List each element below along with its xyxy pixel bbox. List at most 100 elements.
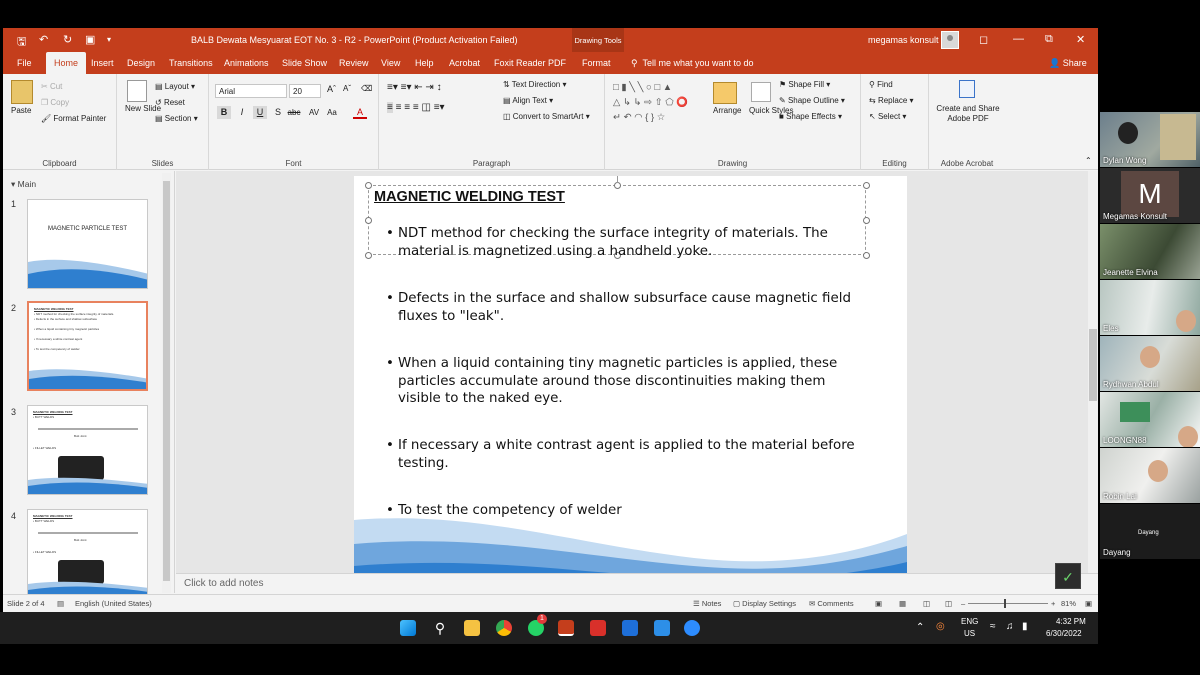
find-button[interactable]: ⚲ Find — [869, 80, 893, 89]
account-name[interactable]: megamas konsult — [868, 35, 939, 45]
clock-date[interactable]: 6/30/2022 — [1046, 629, 1082, 638]
slide-thumbnail-2[interactable]: MAGNETIC WELDING TEST • NDT method for ch… — [27, 301, 148, 391]
tab-help[interactable]: Help — [415, 58, 434, 68]
close-icon[interactable]: ✕ — [1076, 33, 1085, 46]
whatsapp-icon[interactable]: 1 — [528, 614, 547, 636]
create-pdf-icon[interactable] — [959, 80, 975, 98]
bold-button[interactable]: B — [217, 106, 231, 119]
present-icon[interactable]: ▣ — [85, 33, 95, 46]
underline-button[interactable]: U — [253, 106, 267, 119]
resize-handle[interactable] — [863, 217, 870, 224]
clock-time[interactable]: 4:32 PM — [1056, 617, 1086, 626]
resize-handle[interactable] — [365, 217, 372, 224]
normal-view-icon[interactable]: ▣ — [875, 599, 882, 608]
format-painter-button[interactable]: 🖌 Format Painter — [41, 114, 106, 123]
volume-icon[interactable]: ♫ — [1006, 621, 1014, 632]
convert-smartart-button[interactable]: ◫ Convert to SmartArt ▾ — [503, 112, 590, 121]
zoom-in-icon[interactable]: + — [1051, 599, 1055, 608]
resize-handle[interactable] — [614, 182, 621, 189]
powerpoint-taskbar-icon[interactable] — [558, 620, 574, 636]
slide-scrollbar[interactable] — [1088, 171, 1098, 593]
account-avatar[interactable] — [941, 31, 959, 49]
arrange-icon[interactable] — [713, 82, 737, 104]
shape-fill-button[interactable]: ⚑ Shape Fill ▾ — [779, 80, 830, 89]
change-case-button[interactable]: Aa — [325, 106, 339, 119]
zoom-app-icon[interactable] — [684, 620, 700, 636]
arrange-button[interactable]: Arrange — [713, 106, 741, 115]
fit-slide-icon[interactable]: ▣ — [1085, 599, 1092, 608]
customize-qat-icon[interactable]: ▾ — [107, 35, 111, 44]
shape-effects-button[interactable]: ■ Shape Effects ▾ — [779, 112, 842, 121]
resize-handle[interactable] — [365, 182, 372, 189]
font-color-button[interactable]: A — [353, 106, 367, 119]
notes-toggle[interactable]: ☰ Notes — [693, 599, 721, 608]
windows-start-icon[interactable] — [400, 620, 416, 636]
chrome-icon[interactable] — [496, 620, 512, 636]
slide-thumbnail-1[interactable]: MAGNETIC PARTICLE TEST — [27, 199, 148, 289]
grow-font-icon[interactable]: Aˆ — [327, 84, 336, 94]
tell-me-search[interactable]: ⚲ Tell me what you want to do — [631, 58, 754, 69]
participant-tile[interactable]: Dylan Wong — [1100, 112, 1200, 167]
bullet-item[interactable]: • When a liquid containing tiny magnetic … — [386, 355, 858, 408]
display-settings-button[interactable]: ▢ Display Settings — [733, 599, 796, 608]
replace-button[interactable]: ⇆ Replace ▾ — [869, 96, 914, 105]
tab-slide-show[interactable]: Slide Show — [282, 58, 327, 68]
create-share-pdf-button[interactable]: Create and Share Adobe PDF — [933, 104, 1003, 124]
tab-file[interactable]: File — [17, 58, 32, 68]
ribbon-display-icon[interactable]: ◻ — [979, 33, 988, 46]
battery-icon[interactable]: ▮ — [1022, 621, 1028, 632]
new-slide-icon[interactable] — [127, 80, 147, 102]
copy-button[interactable]: ❐ Copy — [41, 98, 69, 107]
zoom-slider-knob[interactable] — [1004, 599, 1006, 608]
spelling-icon[interactable]: ▤ — [57, 599, 64, 608]
paste-icon[interactable] — [11, 80, 33, 104]
tab-view[interactable]: View — [381, 58, 400, 68]
comments-button[interactable]: ✉ Comments — [809, 599, 854, 608]
tab-insert[interactable]: Insert — [91, 58, 114, 68]
slide-heading[interactable]: MAGNETIC WELDING TEST — [374, 189, 565, 205]
section-header[interactable]: ▾ Main — [11, 179, 36, 190]
clear-format-icon[interactable]: ⌫ — [361, 84, 372, 93]
file-explorer-icon[interactable] — [464, 620, 480, 636]
participant-tile[interactable]: Eles — [1100, 280, 1200, 335]
font-name-select[interactable]: Arial — [215, 84, 287, 98]
redo-icon[interactable]: ↻ — [63, 33, 72, 46]
slide-thumbnail-4[interactable]: MAGNETIC WELDING TEST • BUTT WELDS Butt J… — [27, 509, 148, 599]
tab-design[interactable]: Design — [127, 58, 155, 68]
tab-review[interactable]: Review — [339, 58, 369, 68]
collapse-ribbon-icon[interactable]: ⌃ — [1085, 156, 1092, 165]
reset-button[interactable]: ↺ Reset — [155, 98, 185, 107]
shadow-button[interactable]: S — [271, 106, 285, 119]
tab-format[interactable]: Format — [582, 58, 611, 68]
bullet-item[interactable]: • NDT method for checking the surface int… — [386, 225, 858, 260]
slideshow-view-icon[interactable]: ◫ — [945, 599, 952, 608]
slide-thumbnail-3[interactable]: MAGNETIC WELDING TEST • BUTT WELDS Butt J… — [27, 405, 148, 495]
paste-button[interactable]: Paste — [11, 106, 31, 115]
strikethrough-button[interactable]: abc — [287, 106, 301, 119]
participant-tile[interactable]: Rydhwan Abdul — [1100, 336, 1200, 391]
tab-transitions[interactable]: Transitions — [169, 58, 213, 68]
tab-animations[interactable]: Animations — [224, 58, 269, 68]
text-direction-button[interactable]: ⇅ Text Direction ▾ — [503, 80, 567, 89]
tab-foxit[interactable]: Foxit Reader PDF — [494, 58, 566, 68]
mail-icon[interactable] — [622, 620, 638, 636]
bullets-icon[interactable]: ≡▾ ≡▾ ⇤ ⇥ ↕ — [387, 82, 442, 93]
char-spacing-button[interactable]: AV — [307, 106, 321, 119]
undo-icon[interactable]: ↶ — [39, 33, 48, 46]
cut-button[interactable]: ✂ Cut — [41, 82, 62, 91]
shrink-font-icon[interactable]: Aˇ — [343, 84, 351, 93]
notes-pane[interactable]: Click to add notes — [176, 573, 1098, 594]
shapes-gallery[interactable]: □ ▮ ╲ ╲ ○ □ ▲ △ ↳ ↳ ⇨ ⇧ ⬠ ⭕ ↵ ↶ ◠ { } ☆ — [613, 80, 688, 125]
wifi-icon[interactable]: ≈ — [990, 621, 996, 632]
bullet-item[interactable]: • If necessary a white contrast agent is … — [386, 437, 858, 472]
save-icon[interactable]: 🖫 — [17, 33, 26, 52]
participant-tile[interactable]: Robin Lai — [1100, 448, 1200, 503]
resize-handle[interactable] — [863, 182, 870, 189]
participant-tile[interactable]: LOONGN88 — [1100, 392, 1200, 447]
participant-tile[interactable]: Dayang Dayang — [1100, 504, 1200, 559]
minimize-icon[interactable]: — — [1013, 33, 1024, 45]
participant-tile[interactable]: Jeanette Elvina — [1100, 224, 1200, 279]
resize-handle[interactable] — [365, 252, 372, 259]
tab-home[interactable]: Home — [46, 52, 87, 74]
search-icon[interactable]: ⚲ — [432, 620, 448, 636]
